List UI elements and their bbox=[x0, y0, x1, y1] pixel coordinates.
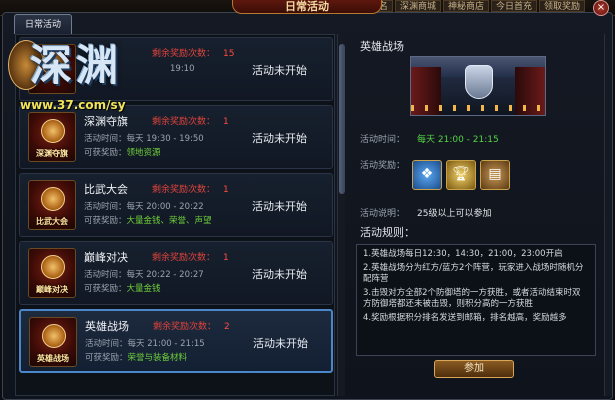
battlefield-banner-image bbox=[410, 56, 546, 116]
crossed-swords-icon: 英雄战场 bbox=[29, 317, 77, 367]
material-book-icon[interactable]: ▤ bbox=[480, 160, 510, 190]
shield-icon bbox=[465, 65, 493, 99]
nav-item-mystery-shop[interactable]: 神秘商店 bbox=[442, 0, 489, 12]
activity-list: 剩余奖励次数： 15 19:10 活动未开始 深渊夺旗 深渊夺旗 剩余奖励次数： 1… bbox=[15, 34, 335, 396]
list-scrollbar[interactable] bbox=[337, 34, 345, 396]
remain-count: 剩余奖励次数： 15 bbox=[152, 49, 235, 59]
activity-icon bbox=[28, 44, 76, 94]
tab-daily[interactable]: 日常活动 bbox=[14, 14, 72, 34]
activity-time: 19:10 bbox=[170, 64, 195, 74]
activity-status: 活动未开始 bbox=[252, 64, 307, 77]
remain-count: 剩余奖励次数： 1 bbox=[152, 117, 229, 127]
detail-time: 活动时间： 每天 21:00 - 21:15 bbox=[360, 135, 499, 145]
activity-time: 活动时间：每天 20:22 - 20:27 bbox=[84, 270, 204, 280]
rule-line: 4.奖励根据积分排名发送到邮箱，排名越高，奖励越多 bbox=[363, 313, 567, 323]
rules-title: 活动规则： bbox=[360, 226, 415, 239]
activity-time: 活动时间：每天 19:30 - 19:50 bbox=[84, 134, 204, 144]
activity-name: 深渊夺旗 bbox=[84, 115, 128, 128]
nav-item-abyss-shop[interactable]: 深渊商城 bbox=[394, 0, 441, 12]
detail-scrollbar[interactable] bbox=[604, 34, 612, 396]
activity-status: 活动未开始 bbox=[252, 200, 307, 213]
activity-status: 活动未开始 bbox=[253, 337, 308, 350]
nav-item-claim-reward[interactable]: 领取奖励 bbox=[538, 0, 585, 12]
activity-reward: 可获奖励：荣誉与装备材料 bbox=[85, 353, 188, 363]
activity-status: 活动未开始 bbox=[252, 268, 307, 281]
window-title: 日常活动 bbox=[232, 0, 382, 14]
scroll-thumb[interactable] bbox=[339, 44, 345, 194]
close-icon[interactable]: × bbox=[593, 0, 609, 16]
detail-reward-label: 活动奖励： bbox=[360, 161, 406, 171]
rule-line: 3.击毁对方全部2个防御塔的一方获胜，或者活动结束时双方防御塔都还未被击毁，则积… bbox=[363, 288, 581, 309]
flag-icon: 深渊夺旗 bbox=[28, 112, 76, 162]
activity-status: 活动未开始 bbox=[252, 132, 307, 145]
activity-card-tournament[interactable]: 比武大会 比武大会 剩余奖励次数： 1 活动时间：每天 20:00 - 20:22… bbox=[19, 173, 333, 237]
activity-card-peak[interactable]: 巅峰对决 巅峰对决 剩余奖励次数： 1 活动时间：每天 20:22 - 20:27… bbox=[19, 241, 333, 305]
detail-title: 英雄战场 bbox=[360, 40, 404, 53]
activity-card-hero-battlefield[interactable]: 英雄战场 英雄战场 剩余奖励次数： 2 活动时间：每天 21:00 - 21:15… bbox=[19, 309, 333, 373]
remain-count: 剩余奖励次数： 2 bbox=[153, 322, 230, 332]
activity-card-flag[interactable]: 深渊夺旗 深渊夺旗 剩余奖励次数： 1 活动时间：每天 19:30 - 19:50… bbox=[19, 105, 333, 169]
join-button[interactable]: 参加 bbox=[434, 360, 514, 378]
activity-reward: 可获奖励：大量金钱 bbox=[84, 284, 161, 294]
activity-name: 巅峰对决 bbox=[84, 251, 128, 264]
activity-detail: 英雄战场 活动时间： 每天 21:00 - 21:15 活动奖励： ❖ 🏆︎ ▤ … bbox=[350, 34, 604, 396]
rules-text: 1.英雄战场每日12:30，14:30，21:00，23:00开启 2.英雄战场… bbox=[356, 244, 596, 356]
activity-time: 活动时间：每天 20:00 - 20:22 bbox=[84, 202, 204, 212]
remain-count: 剩余奖励次数： 1 bbox=[152, 253, 229, 263]
activity-reward: 可获奖励：大量金钱、荣誉、声望 bbox=[84, 216, 212, 226]
rule-line: 2.英雄战场分为红方/蓝方2个阵营，玩家进入战场时随机分配阵营 bbox=[363, 263, 584, 284]
rule-line: 1.英雄战场每日12:30，14:30，21:00，23:00开启 bbox=[363, 249, 563, 259]
reward-items: ❖ 🏆︎ ▤ bbox=[412, 160, 510, 190]
peak-duel-icon: 巅峰对决 bbox=[28, 248, 76, 298]
honor-badge-icon[interactable]: ❖ bbox=[412, 160, 442, 190]
trophy-icon[interactable]: 🏆︎ bbox=[446, 160, 476, 190]
activity-time: 活动时间：每天 21:00 - 21:15 bbox=[85, 339, 205, 349]
activity-card[interactable]: 剩余奖励次数： 15 19:10 活动未开始 bbox=[19, 37, 333, 101]
activity-name: 比武大会 bbox=[84, 183, 128, 196]
tournament-icon: 比武大会 bbox=[28, 180, 76, 230]
activity-reward: 可获奖励：领地资源 bbox=[84, 148, 161, 158]
nav-item-first-recharge[interactable]: 今日首充 bbox=[490, 0, 537, 12]
activity-name: 英雄战场 bbox=[85, 320, 129, 333]
detail-description: 活动说明： 25级以上可以参加 bbox=[360, 209, 492, 219]
remain-count: 剩余奖励次数： 1 bbox=[152, 185, 229, 195]
